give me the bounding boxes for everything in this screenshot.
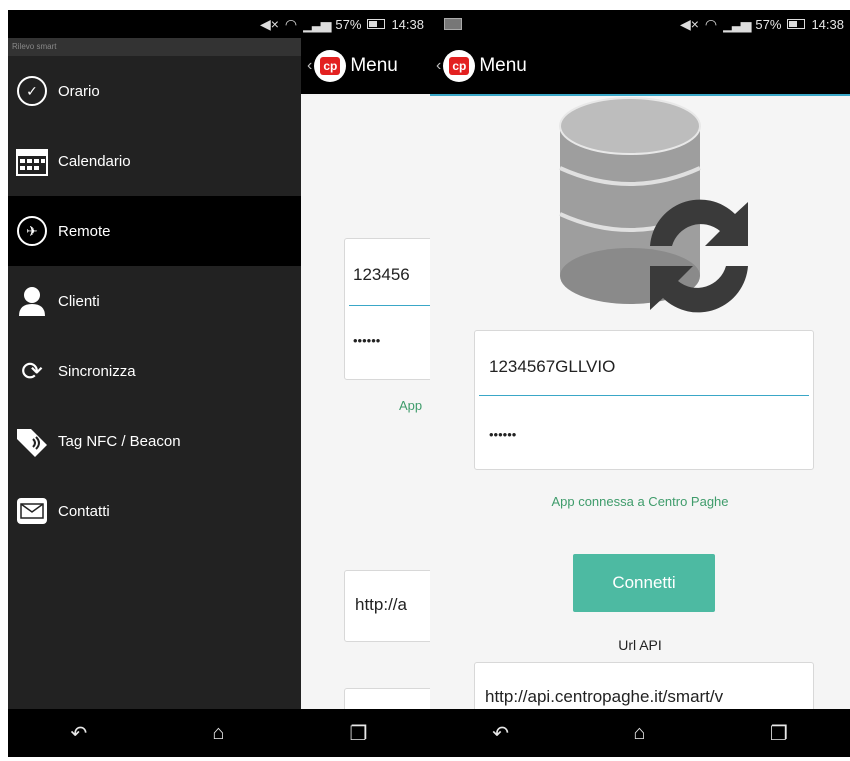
battery-percent: 57%	[755, 16, 782, 32]
drawer-item-tag-nfc[interactable]: Tag NFC / Beacon	[8, 406, 301, 476]
url-card: http://a	[344, 570, 430, 642]
username-field[interactable]: 123456	[353, 265, 410, 285]
drawer-item-label: Contatti	[58, 502, 110, 520]
drawer-item-label: Clienti	[58, 292, 100, 310]
status-time: 14:38	[391, 16, 424, 32]
app-title[interactable]: Menu	[479, 55, 527, 77]
remote-settings-content: 1234567GLLVIO •••••• App connessa a Cent…	[430, 96, 850, 722]
password-field[interactable]: ••••••	[489, 427, 516, 442]
nfc-tag-icon	[14, 423, 50, 459]
drawer-item-calendario[interactable]: Calendario	[8, 126, 301, 196]
partial-content: 123456 •••••• App http://a	[301, 96, 430, 728]
wifi-icon: ◠	[284, 15, 298, 32]
drawer-item-label: Tag NFC / Beacon	[58, 432, 181, 450]
calendar-icon	[14, 143, 50, 179]
url-field[interactable]: http://a	[355, 595, 407, 615]
signal-icon: ▁▃▅	[723, 15, 751, 32]
app-logo-text: cp	[449, 57, 470, 75]
drawer-item-label: Sincronizza	[58, 362, 136, 380]
battery-icon	[367, 19, 386, 29]
sync-icon: ⟳	[21, 355, 43, 386]
drawer-item-orario[interactable]: ✓ Orario	[8, 56, 301, 126]
credentials-card: 123456 ••••••	[344, 238, 430, 380]
connection-status: App connessa a Centro Paghe	[551, 494, 729, 509]
url-api-label: Url API	[618, 637, 662, 653]
status-bar: ◀× ◠ ▁▃▅ 57% 14:38	[430, 10, 850, 38]
wifi-icon: ◠	[704, 15, 718, 32]
database-sync-icon	[559, 97, 748, 313]
right-screen: ◀× ◠ ▁▃▅ 57% 14:38 ‹ cp Menu 1234567GLLV…	[430, 10, 850, 757]
nav-bar: ↶ ⌂ ❐	[8, 709, 430, 757]
app-title[interactable]: Menu	[350, 55, 398, 77]
notification-thumbnail-icon	[444, 18, 462, 30]
drawer-item-label: Calendario	[58, 152, 131, 170]
mute-icon: ◀×	[259, 15, 279, 32]
app-logo[interactable]: cp	[443, 50, 476, 82]
status-bar: ◀× ◠ ▁▃▅ 57% 14:38	[8, 10, 430, 38]
drawer-item-label: Remote	[58, 222, 111, 240]
app-logo-text: cp	[320, 57, 341, 75]
recents-icon[interactable]: ❐	[770, 721, 788, 746]
battery-icon	[787, 19, 806, 29]
battery-percent: 57%	[335, 16, 362, 32]
username-underline	[479, 395, 809, 396]
connection-status: App	[399, 398, 423, 413]
username-field[interactable]: 1234567GLLVIO	[489, 357, 615, 377]
globe-icon: ✈	[14, 213, 50, 249]
back-icon[interactable]: ↶	[71, 721, 88, 746]
status-time: 14:38	[811, 16, 844, 32]
mute-icon: ◀×	[679, 15, 699, 32]
back-icon[interactable]: ↶	[492, 721, 509, 746]
app-bar: ‹ cp Menu	[430, 38, 850, 94]
home-icon[interactable]: ⌂	[633, 722, 645, 745]
recents-icon[interactable]: ❐	[350, 721, 368, 746]
username-underline	[349, 305, 430, 306]
left-screen: ◀× ◠ ▁▃▅ 57% 14:38 ‹ cp Menu 123456 ••••…	[8, 10, 430, 757]
url-field[interactable]: http://api.centropaghe.it/smart/v	[485, 687, 811, 707]
mail-icon	[14, 493, 50, 529]
drawer-header: Rilevo smart	[8, 38, 301, 56]
drawer-item-sincronizza[interactable]: ⟳ Sincronizza	[8, 336, 301, 406]
back-arrow-icon[interactable]: ‹	[307, 57, 312, 75]
drawer-item-contatti[interactable]: Contatti	[8, 476, 301, 546]
person-icon	[14, 283, 50, 319]
drawer-item-clienti[interactable]: Clienti	[8, 266, 301, 336]
home-icon[interactable]: ⌂	[212, 722, 224, 745]
app-logo[interactable]: cp	[314, 50, 347, 82]
connect-button[interactable]: Connetti	[573, 554, 715, 612]
drawer-item-remote[interactable]: ✈ Remote	[8, 196, 301, 266]
nav-bar: ↶ ⌂ ❐	[430, 709, 850, 757]
signal-icon: ▁▃▅	[303, 15, 331, 32]
clock-icon: ✓	[14, 73, 50, 109]
navigation-drawer: Rilevo smart ✓ Orario Calendario ✈ Remot…	[8, 38, 301, 709]
back-arrow-icon[interactable]: ‹	[436, 57, 441, 75]
drawer-item-label: Orario	[58, 82, 100, 100]
password-field[interactable]: ••••••	[353, 333, 380, 348]
credentials-card: 1234567GLLVIO ••••••	[474, 330, 814, 470]
